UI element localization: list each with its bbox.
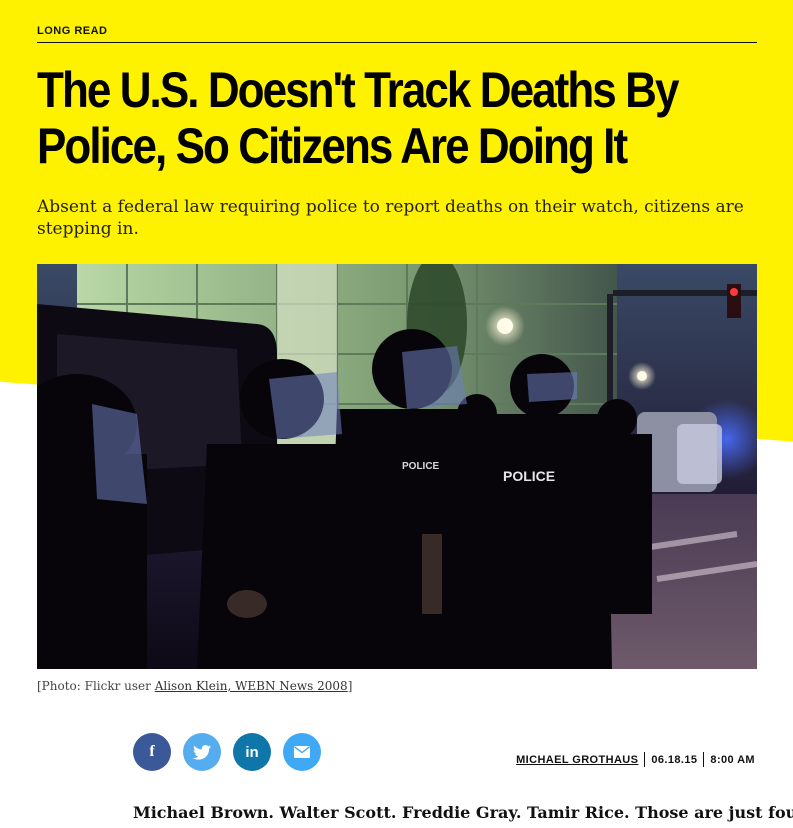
caption-credit-link[interactable]: Alison Klein, WEBN News 2008: [155, 679, 348, 693]
twitter-icon: [193, 744, 211, 760]
vest-text-left: POLICE: [402, 461, 440, 472]
hero-photo: POLICE POLICE: [37, 264, 757, 669]
section-kicker: LONG READ: [37, 25, 108, 37]
article-lede: Michael Brown. Walter Scott. Freddie Gra…: [133, 803, 793, 822]
byline-divider: [644, 752, 646, 767]
email-share-button[interactable]: [283, 733, 321, 771]
twitter-share-button[interactable]: [183, 733, 221, 771]
article-byline: MICHAEL GROTHAUS 06.18.15 8:00 AM: [516, 752, 755, 767]
caption-suffix: ]: [347, 679, 353, 693]
share-buttons: f in: [133, 733, 321, 771]
author-link[interactable]: MICHAEL GROTHAUS: [516, 754, 638, 766]
linkedin-icon: in: [245, 743, 259, 761]
envelope-icon: [294, 746, 310, 758]
article-dek: Absent a federal law requiring police to…: [37, 197, 744, 239]
article-headline: The U.S. Doesn't Track Deaths By Police,…: [37, 62, 679, 174]
linkedin-share-button[interactable]: in: [233, 733, 271, 771]
byline-divider: [703, 752, 705, 767]
vest-text-right: POLICE: [503, 468, 555, 484]
publish-date: 06.18.15: [651, 753, 698, 766]
kicker-divider: [37, 42, 757, 43]
photo-caption: [Photo: Flickr user Alison Klein, WEBN N…: [37, 679, 352, 693]
facebook-icon: f: [149, 743, 155, 760]
facebook-share-button[interactable]: f: [133, 733, 171, 771]
publish-time: 8:00 AM: [710, 753, 755, 766]
caption-prefix: [Photo: Flickr user: [37, 679, 155, 693]
